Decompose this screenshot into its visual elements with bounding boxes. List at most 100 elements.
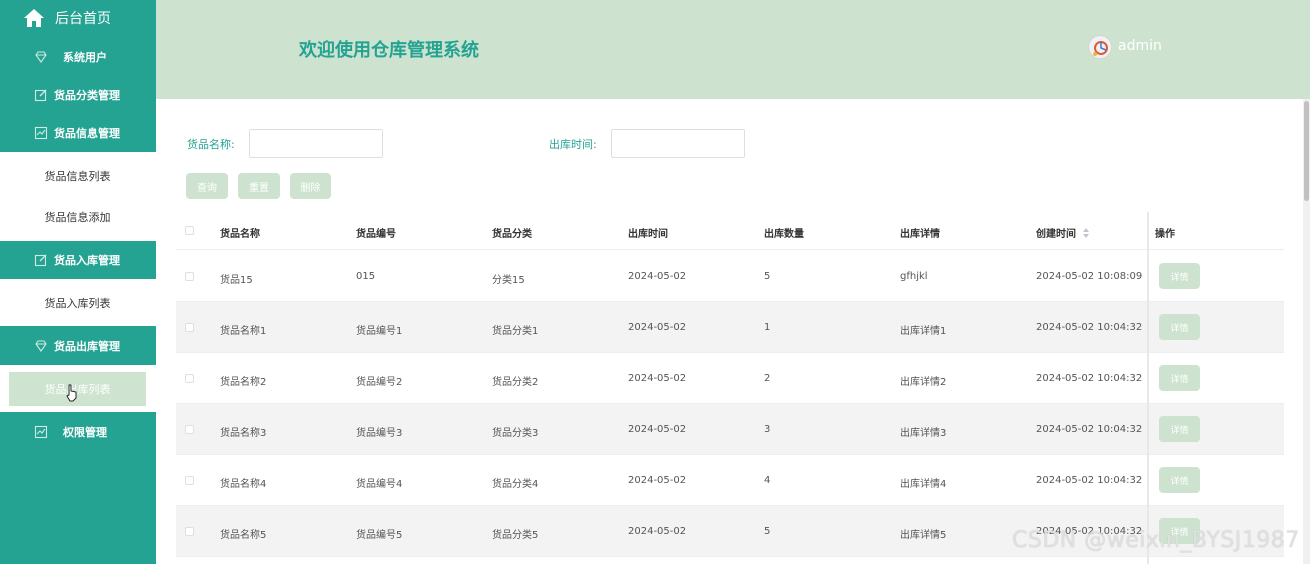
col-outbound-qty: 出库数量 <box>764 229 804 240</box>
sidebar-menu-label: 货品入库管理 <box>54 254 120 267</box>
cell-outbound-qty: 3 <box>764 424 771 435</box>
sidebar-menu-label: 权限管理 <box>63 426 107 439</box>
goods-name-label: 货品名称: <box>187 138 235 151</box>
detail-button[interactable]: 详情 <box>1159 263 1200 289</box>
sidebar: 后台首页 系统用户 货品分类管理 货品信息管理 货品信息列表 货品信息添加 货品… <box>0 0 156 564</box>
col-outbound-time: 出库时间 <box>628 229 668 240</box>
sidebar-menu-goods-info[interactable]: 货品信息管理 <box>0 114 156 152</box>
select-all-checkbox[interactable] <box>185 226 194 235</box>
sidebar-sub-goods-info-list[interactable]: 货品信息列表 <box>9 159 146 193</box>
cell-outbound-time: 2024-05-02 <box>628 526 687 537</box>
cell-outbound-qty: 5 <box>764 526 771 537</box>
sidebar-home[interactable]: 后台首页 <box>0 0 156 36</box>
sidebar-menu-outbound[interactable]: 货品出库管理 <box>0 327 156 365</box>
col-goods-code: 货品编号 <box>356 229 396 240</box>
sidebar-home-label: 后台首页 <box>55 11 111 27</box>
cell-outbound-time: 2024-05-02 <box>628 424 687 435</box>
home-icon <box>24 9 44 27</box>
table-row[interactable]: 货品名称1 货品编号1 货品分类1 2024-05-02 1 出库详情1 202… <box>176 302 1284 353</box>
row-checkbox[interactable] <box>185 272 194 281</box>
outbound-time-input[interactable] <box>611 129 745 158</box>
cell-goods-category: 分类15 <box>492 275 525 286</box>
cell-created-time: 2024-05-02 10:08:09 <box>1036 271 1143 282</box>
diamond-icon <box>35 51 47 63</box>
sidebar-menu-label: 货品信息管理 <box>54 127 120 140</box>
cell-outbound-qty: 2 <box>764 373 771 384</box>
cell-goods-category: 货品分类5 <box>492 530 539 541</box>
col-created-time-label: 创建时间 <box>1036 229 1076 240</box>
col-outbound-detail: 出库详情 <box>900 229 940 240</box>
edit-icon <box>34 89 47 102</box>
sidebar-menu-system-user[interactable]: 系统用户 <box>0 38 156 76</box>
cell-created-time: 2024-05-02 10:04:32 <box>1036 322 1143 333</box>
cell-outbound-qty: 4 <box>764 475 771 486</box>
cell-goods-code: 货品编号2 <box>356 377 403 388</box>
sidebar-sub-goods-info-add[interactable]: 货品信息添加 <box>9 200 146 234</box>
mouse-cursor-icon <box>66 384 77 402</box>
cell-goods-category: 货品分类2 <box>492 377 539 388</box>
cell-outbound-qty: 1 <box>764 322 771 333</box>
sidebar-menu-permission[interactable]: 权限管理 <box>0 413 156 451</box>
row-checkbox[interactable] <box>185 374 194 383</box>
col-goods-name: 货品名称 <box>220 229 260 240</box>
cell-outbound-time: 2024-05-02 <box>628 271 687 282</box>
cell-goods-category: 货品分类1 <box>492 326 539 337</box>
sidebar-sub-inbound-list[interactable]: 货品入库列表 <box>9 286 146 320</box>
cell-created-time: 2024-05-02 10:04:32 <box>1036 424 1143 435</box>
col-created-time[interactable]: 创建时间 <box>1036 225 1090 240</box>
avatar-icon <box>1090 37 1111 58</box>
cell-goods-name: 货品名称5 <box>220 530 267 541</box>
cell-goods-code: 货品编号5 <box>356 530 403 541</box>
sidebar-menu-label: 系统用户 <box>63 51 107 64</box>
cell-goods-name: 货品名称4 <box>220 479 267 490</box>
cell-goods-name: 货品名称3 <box>220 428 267 439</box>
fixed-column-shadow <box>1147 212 1149 564</box>
cell-goods-category: 货品分类3 <box>492 428 539 439</box>
table-row[interactable]: 货品名称2 货品编号2 货品分类2 2024-05-02 2 出库详情2 202… <box>176 353 1284 404</box>
row-checkbox[interactable] <box>185 425 194 434</box>
sort-icon[interactable] <box>1083 228 1090 238</box>
cell-goods-code: 货品编号4 <box>356 479 403 490</box>
row-checkbox[interactable] <box>185 323 194 332</box>
detail-button[interactable]: 详情 <box>1159 314 1200 340</box>
cell-goods-name: 货品名称1 <box>220 326 267 337</box>
row-checkbox[interactable] <box>185 527 194 536</box>
sidebar-menu-label: 货品出库管理 <box>54 340 120 353</box>
query-button[interactable]: 查询 <box>186 173 228 199</box>
scrollbar-thumb[interactable] <box>1304 101 1309 201</box>
detail-button[interactable]: 详情 <box>1159 416 1200 442</box>
sidebar-menu-goods-category[interactable]: 货品分类管理 <box>0 76 156 114</box>
col-goods-category: 货品分类 <box>492 229 532 240</box>
cell-created-time: 2024-05-02 10:04:32 <box>1036 373 1143 384</box>
cell-goods-code: 货品编号3 <box>356 428 403 439</box>
cell-goods-category: 货品分类4 <box>492 479 539 490</box>
goods-name-input[interactable] <box>249 129 383 158</box>
scrollbar[interactable] <box>1303 99 1310 564</box>
username[interactable]: admin <box>1118 38 1162 54</box>
cell-goods-name: 货品15 <box>220 275 253 286</box>
reset-button[interactable]: 重置 <box>238 173 280 199</box>
cell-outbound-detail: gfhjkl <box>900 271 928 282</box>
cell-created-time: 2024-05-02 10:04:32 <box>1036 475 1143 486</box>
chart-icon <box>34 425 48 439</box>
chart-icon <box>34 126 48 140</box>
watermark: CSDN @weixin_BYSJ1987 <box>1012 528 1300 553</box>
delete-button[interactable]: 删除 <box>290 173 331 199</box>
sidebar-menu-inbound[interactable]: 货品入库管理 <box>0 241 156 279</box>
table-row[interactable]: 货品名称4 货品编号4 货品分类4 2024-05-02 4 出库详情4 202… <box>176 455 1284 506</box>
avatar[interactable] <box>1088 35 1112 59</box>
detail-button[interactable]: 详情 <box>1159 365 1200 391</box>
cell-outbound-time: 2024-05-02 <box>628 373 687 384</box>
table-row[interactable]: 货品15 015 分类15 2024-05-02 5 gfhjkl 2024-0… <box>176 251 1284 302</box>
header: 欢迎使用仓库管理系统 admin <box>156 0 1310 99</box>
cell-goods-name: 货品名称2 <box>220 377 267 388</box>
detail-button[interactable]: 详情 <box>1159 467 1200 493</box>
outbound-time-label: 出库时间: <box>549 138 597 151</box>
table-row[interactable]: 货品名称3 货品编号3 货品分类3 2024-05-02 3 出库详情3 202… <box>176 404 1284 455</box>
diamond-icon <box>35 340 47 352</box>
cell-outbound-detail: 出库详情4 <box>900 479 947 490</box>
cell-outbound-detail: 出库详情2 <box>900 377 947 388</box>
cell-goods-code: 015 <box>356 271 376 282</box>
cell-goods-code: 货品编号1 <box>356 326 403 337</box>
row-checkbox[interactable] <box>185 476 194 485</box>
